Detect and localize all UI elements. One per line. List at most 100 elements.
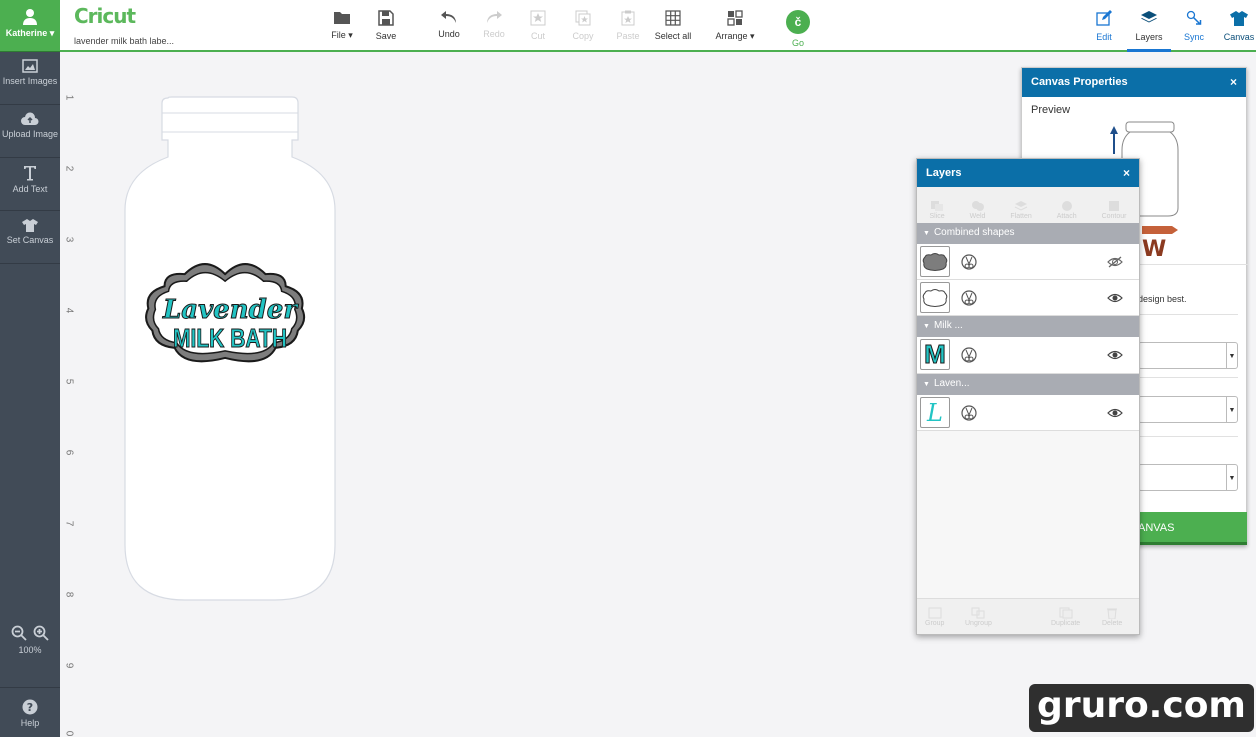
bottle-canvas[interactable]: Lavender MILK BATH bbox=[120, 95, 340, 605]
layer-thumbnail bbox=[920, 282, 950, 313]
add-text-label: Add Text bbox=[12, 184, 48, 194]
layer-row[interactable]: M bbox=[917, 337, 1139, 374]
apply-canvas-button[interactable]: ANVAS bbox=[1138, 512, 1247, 545]
redo-icon bbox=[487, 11, 502, 23]
apply-canvas-label: ANVAS bbox=[1138, 522, 1175, 534]
flatten-icon bbox=[1014, 201, 1028, 211]
cut-button[interactable]: Cut bbox=[518, 10, 558, 41]
save-icon bbox=[378, 10, 394, 26]
upload-image-label: Upload Image bbox=[1, 129, 59, 139]
delete-button[interactable]: Delete bbox=[1102, 607, 1122, 627]
upload-image-button[interactable]: Upload Image bbox=[0, 105, 60, 158]
redo-label: Redo bbox=[483, 29, 505, 39]
cut-label: Cut bbox=[530, 31, 545, 41]
label-design[interactable]: Lavender MILK BATH bbox=[145, 263, 306, 363]
eye-icon[interactable] bbox=[1107, 349, 1123, 361]
go-button[interactable]: č Go bbox=[778, 10, 818, 48]
insert-images-button[interactable]: Insert Images bbox=[0, 52, 60, 105]
set-canvas-button[interactable]: Set Canvas bbox=[0, 211, 60, 264]
image-icon bbox=[22, 59, 38, 73]
add-text-button[interactable]: Add Text bbox=[0, 158, 60, 211]
contour-button[interactable]: Contour bbox=[1101, 200, 1127, 220]
tab-sync[interactable]: Sync bbox=[1172, 10, 1216, 52]
ruler-tick: 4 bbox=[63, 307, 75, 314]
help-button[interactable]: ? Help bbox=[0, 687, 60, 737]
vertical-ruler: 1 2 3 4 5 6 7 8 9 0 bbox=[60, 52, 80, 737]
tab-edit-label: Edit bbox=[1096, 32, 1112, 42]
chevron-down-icon[interactable]: ▼ bbox=[1226, 464, 1238, 491]
file-label: File bbox=[331, 30, 346, 40]
chevron-down-icon[interactable]: ▼ bbox=[1226, 342, 1238, 369]
folder-icon bbox=[334, 12, 350, 24]
close-icon[interactable]: × bbox=[1230, 75, 1237, 89]
redo-button[interactable]: Redo bbox=[474, 10, 514, 39]
file-menu-button[interactable]: File ▾ bbox=[322, 10, 362, 41]
flatten-label: Flatten bbox=[1010, 213, 1032, 220]
canvas-select-3[interactable] bbox=[1138, 464, 1226, 491]
ruler-tick: 5 bbox=[63, 378, 75, 385]
cut-blade-icon[interactable] bbox=[961, 347, 977, 363]
delete-button-label: Delete bbox=[1102, 620, 1123, 627]
svg-text:?: ? bbox=[27, 701, 33, 714]
canvas-select-2[interactable] bbox=[1138, 396, 1226, 423]
layer-group-combined[interactable]: ▼ Combined shapes bbox=[917, 223, 1139, 244]
attach-label: Attach bbox=[1056, 213, 1077, 220]
trash-icon bbox=[1107, 608, 1118, 619]
canvas-hint-text: design best. bbox=[1138, 294, 1187, 304]
layer-group-milk[interactable]: ▼ Milk ... bbox=[917, 316, 1139, 337]
eye-icon[interactable] bbox=[1107, 407, 1123, 419]
chevron-down-icon[interactable]: ▼ bbox=[1226, 396, 1238, 423]
save-button[interactable]: Save bbox=[366, 10, 406, 41]
layer-thumbnail: M bbox=[920, 339, 950, 370]
undo-button[interactable]: Undo bbox=[429, 10, 469, 39]
arrange-menu-button[interactable]: Arrange ▾ bbox=[710, 10, 760, 42]
zoom-out-icon[interactable] bbox=[11, 625, 27, 641]
ruler-tick: 7 bbox=[63, 520, 75, 527]
zoom-level: 100% bbox=[18, 645, 42, 655]
paste-button[interactable]: Paste bbox=[608, 10, 648, 41]
cut-blade-icon[interactable] bbox=[961, 290, 977, 306]
attach-button[interactable]: Attach bbox=[1057, 200, 1077, 220]
cut-blade-icon[interactable] bbox=[961, 254, 977, 270]
save-label: Save bbox=[375, 31, 397, 41]
paste-icon bbox=[621, 10, 635, 26]
cut-blade-icon[interactable] bbox=[961, 405, 977, 421]
tab-canvas[interactable]: Canvas bbox=[1217, 10, 1256, 52]
layer-group-lavender[interactable]: ▼ Laven... bbox=[917, 374, 1139, 395]
edit-pencil-icon bbox=[1096, 10, 1112, 26]
thumb-letter-l: L bbox=[927, 398, 943, 427]
layer-row[interactable] bbox=[917, 280, 1139, 316]
design-line-lavender: Lavender bbox=[162, 295, 299, 325]
ruler-tick: 9 bbox=[63, 662, 75, 669]
divider bbox=[1138, 436, 1238, 437]
contour-label: Contour bbox=[1101, 213, 1127, 220]
flatten-button[interactable]: Flatten bbox=[1010, 200, 1032, 220]
layer-thumbnail: L bbox=[920, 397, 950, 428]
shirt-icon bbox=[1230, 11, 1248, 26]
zoom-in-icon[interactable] bbox=[33, 625, 49, 641]
eye-icon[interactable] bbox=[1107, 292, 1123, 304]
slice-button[interactable]: Slice bbox=[929, 200, 945, 220]
tab-layers[interactable]: Layers bbox=[1127, 10, 1171, 52]
group-button[interactable]: Group bbox=[925, 607, 944, 627]
copy-icon bbox=[575, 10, 591, 26]
eye-hidden-icon[interactable] bbox=[1107, 256, 1123, 268]
copy-button[interactable]: Copy bbox=[563, 10, 603, 41]
group-label: Combined shapes bbox=[933, 227, 1015, 238]
layers-header: Layers × bbox=[917, 159, 1139, 187]
ungroup-button[interactable]: Ungroup bbox=[965, 607, 992, 627]
slice-icon bbox=[931, 201, 944, 211]
weld-button[interactable]: Weld bbox=[970, 200, 985, 220]
canvas-select-1[interactable] bbox=[1138, 342, 1226, 369]
layer-row[interactable]: L bbox=[917, 395, 1139, 431]
select-all-button[interactable]: Select all bbox=[653, 10, 693, 41]
duplicate-button[interactable]: Duplicate bbox=[1051, 607, 1080, 627]
layers-title: Layers bbox=[926, 167, 962, 179]
layer-row[interactable] bbox=[917, 244, 1139, 280]
close-icon[interactable]: × bbox=[1123, 166, 1130, 180]
layers-toolbar: Slice Weld Flatten Attach Contour bbox=[917, 187, 1139, 223]
layers-bottom-toolbar: Group Ungroup Duplicate Delete bbox=[917, 598, 1139, 634]
tab-edit[interactable]: Edit bbox=[1082, 10, 1126, 52]
user-menu[interactable]: Katherine ▾ bbox=[0, 0, 60, 52]
project-name[interactable]: lavender milk bath labe... bbox=[74, 36, 174, 46]
